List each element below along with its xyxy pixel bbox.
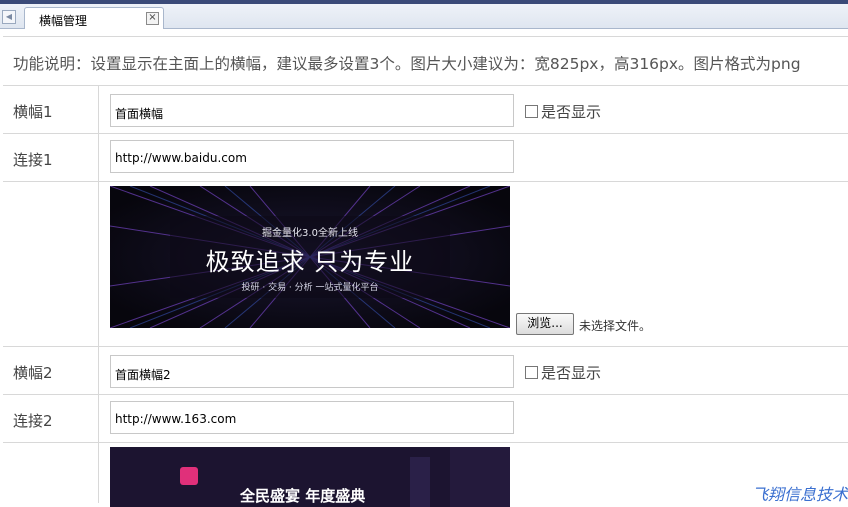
banner-1-tagline: 投研 · 交易 · 分析 一站式量化平台 [241,283,379,293]
banner-1-label: 横幅1 [13,103,53,121]
banner-2-link-input[interactable]: http://www.163.com [110,401,514,434]
tab-banner-management[interactable]: 横幅管理 × [24,7,164,29]
banner-1-file-status: 未选择文件。 [579,319,652,333]
banner-2-link-row: 连接2 http://www.163.com [3,395,848,443]
banner-2-title-row: 横幅2 首面横幅2 是否显示 [3,347,848,395]
checkbox-box[interactable] [525,105,538,118]
banner-2-show-label: 是否显示 [541,364,602,382]
link-1-label: 连接1 [13,151,53,169]
banner-1-image: 掘金量化3.0全新上线 极致追求 只为专业 投研 · 交易 · 分析 一站式量化… [110,186,510,328]
banner-2-show-checkbox[interactable]: 是否显示 [525,362,601,383]
banner-2-image-row: 全民盛宴 年度盛典 飞翔信息技术 [3,443,848,507]
description-row: 功能说明：设置显示在主面上的横幅，建议最多设置3个。图片大小建议为：宽825px… [3,36,848,86]
banner-1-title-input[interactable]: 首面横幅 [110,94,514,127]
banner-1-show-label: 是否显示 [541,103,602,121]
banner-2-title-input[interactable]: 首面横幅2 [110,355,514,388]
banner-1-link-input[interactable]: http://www.baidu.com [110,140,514,173]
banner-1-link-row: 连接1 http://www.baidu.com [3,134,848,182]
checkbox-box[interactable] [525,366,538,379]
link-2-label: 连接2 [13,412,53,430]
tab-strip: ◀ 横幅管理 × [0,4,848,29]
description-text: 功能说明：设置显示在主面上的横幅，建议最多设置3个。图片大小建议为：宽825px… [13,55,801,73]
watermark-text: 飞翔信息技术 [751,485,848,504]
banner-2-label: 横幅2 [13,364,53,382]
close-icon[interactable]: × [146,12,159,25]
tab-scroll-left-icon[interactable]: ◀ [2,10,16,24]
tab-label: 横幅管理 [39,14,88,28]
banner-form: 功能说明：设置显示在主面上的横幅，建议最多设置3个。图片大小建议为：宽825px… [3,36,848,507]
banner-2-headline: 全民盛宴 年度盛典 [240,487,366,505]
banner-2-image: 全民盛宴 年度盛典 [110,447,510,507]
banner-1-image-row: 掘金量化3.0全新上线 极致追求 只为专业 投研 · 交易 · 分析 一站式量化… [3,182,848,347]
banner-1-subtitle: 掘金量化3.0全新上线 [262,228,358,239]
banner-1-browse-button[interactable]: 浏览... [516,313,574,335]
banner-1-headline: 极致追求 只为专业 [205,248,415,276]
banner-1-title-row: 横幅1 首面横幅 是否显示 [3,86,848,134]
banner-1-show-checkbox[interactable]: 是否显示 [525,101,601,122]
